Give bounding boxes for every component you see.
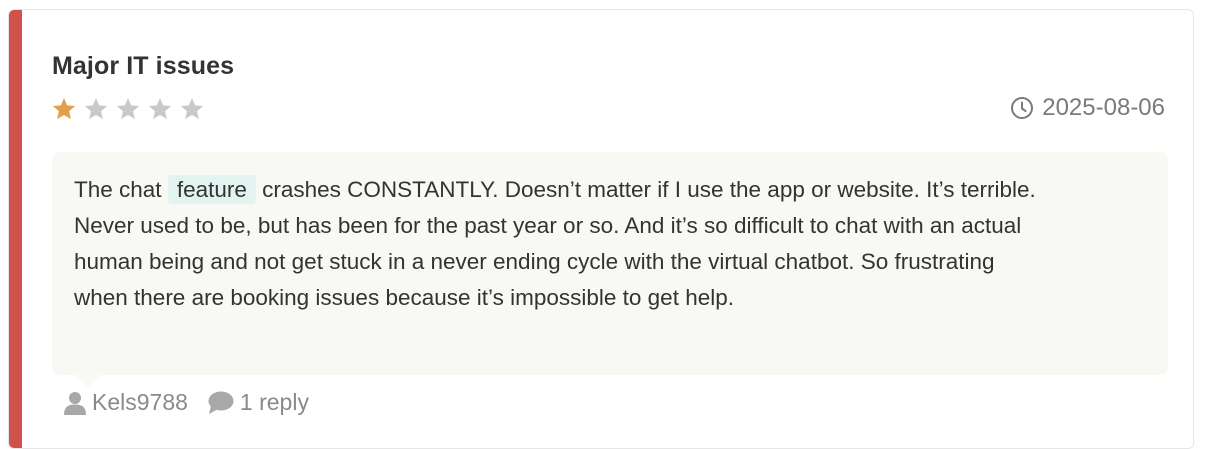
rating-accent-bar [9,10,22,448]
user-icon [64,391,86,415]
review-date-text: 2025-08-06 [1042,94,1165,121]
review-body: The chat feature crashes CONSTANTLY. Doe… [52,152,1168,387]
star-icon [180,97,204,120]
review-title: Major IT issues [52,52,235,80]
reply-count: 1 reply [239,389,309,415]
star-icon [84,97,108,120]
star-icon [148,97,172,120]
comment-icon [208,391,234,415]
review-text: The chat feature crashes CONSTANTLY. Doe… [74,172,1054,316]
review-text-start: The chat [74,177,168,202]
review-date: 2025-08-06 [1010,94,1165,122]
star-icon [116,97,140,120]
replies-link[interactable]: 1 reply [208,389,309,416]
review-meta: Kels9788 1 reply [64,389,309,416]
speech-pointer [76,375,100,387]
star-icon [52,97,76,120]
author-name: Kels9788 [92,389,188,415]
clock-icon [1010,96,1034,120]
highlighted-keyword: feature [167,175,256,204]
review-card: Major IT issues 2025-08-06 The chat feat… [8,9,1194,449]
author-link[interactable]: Kels9788 [64,389,188,416]
star-rating [51,96,205,122]
